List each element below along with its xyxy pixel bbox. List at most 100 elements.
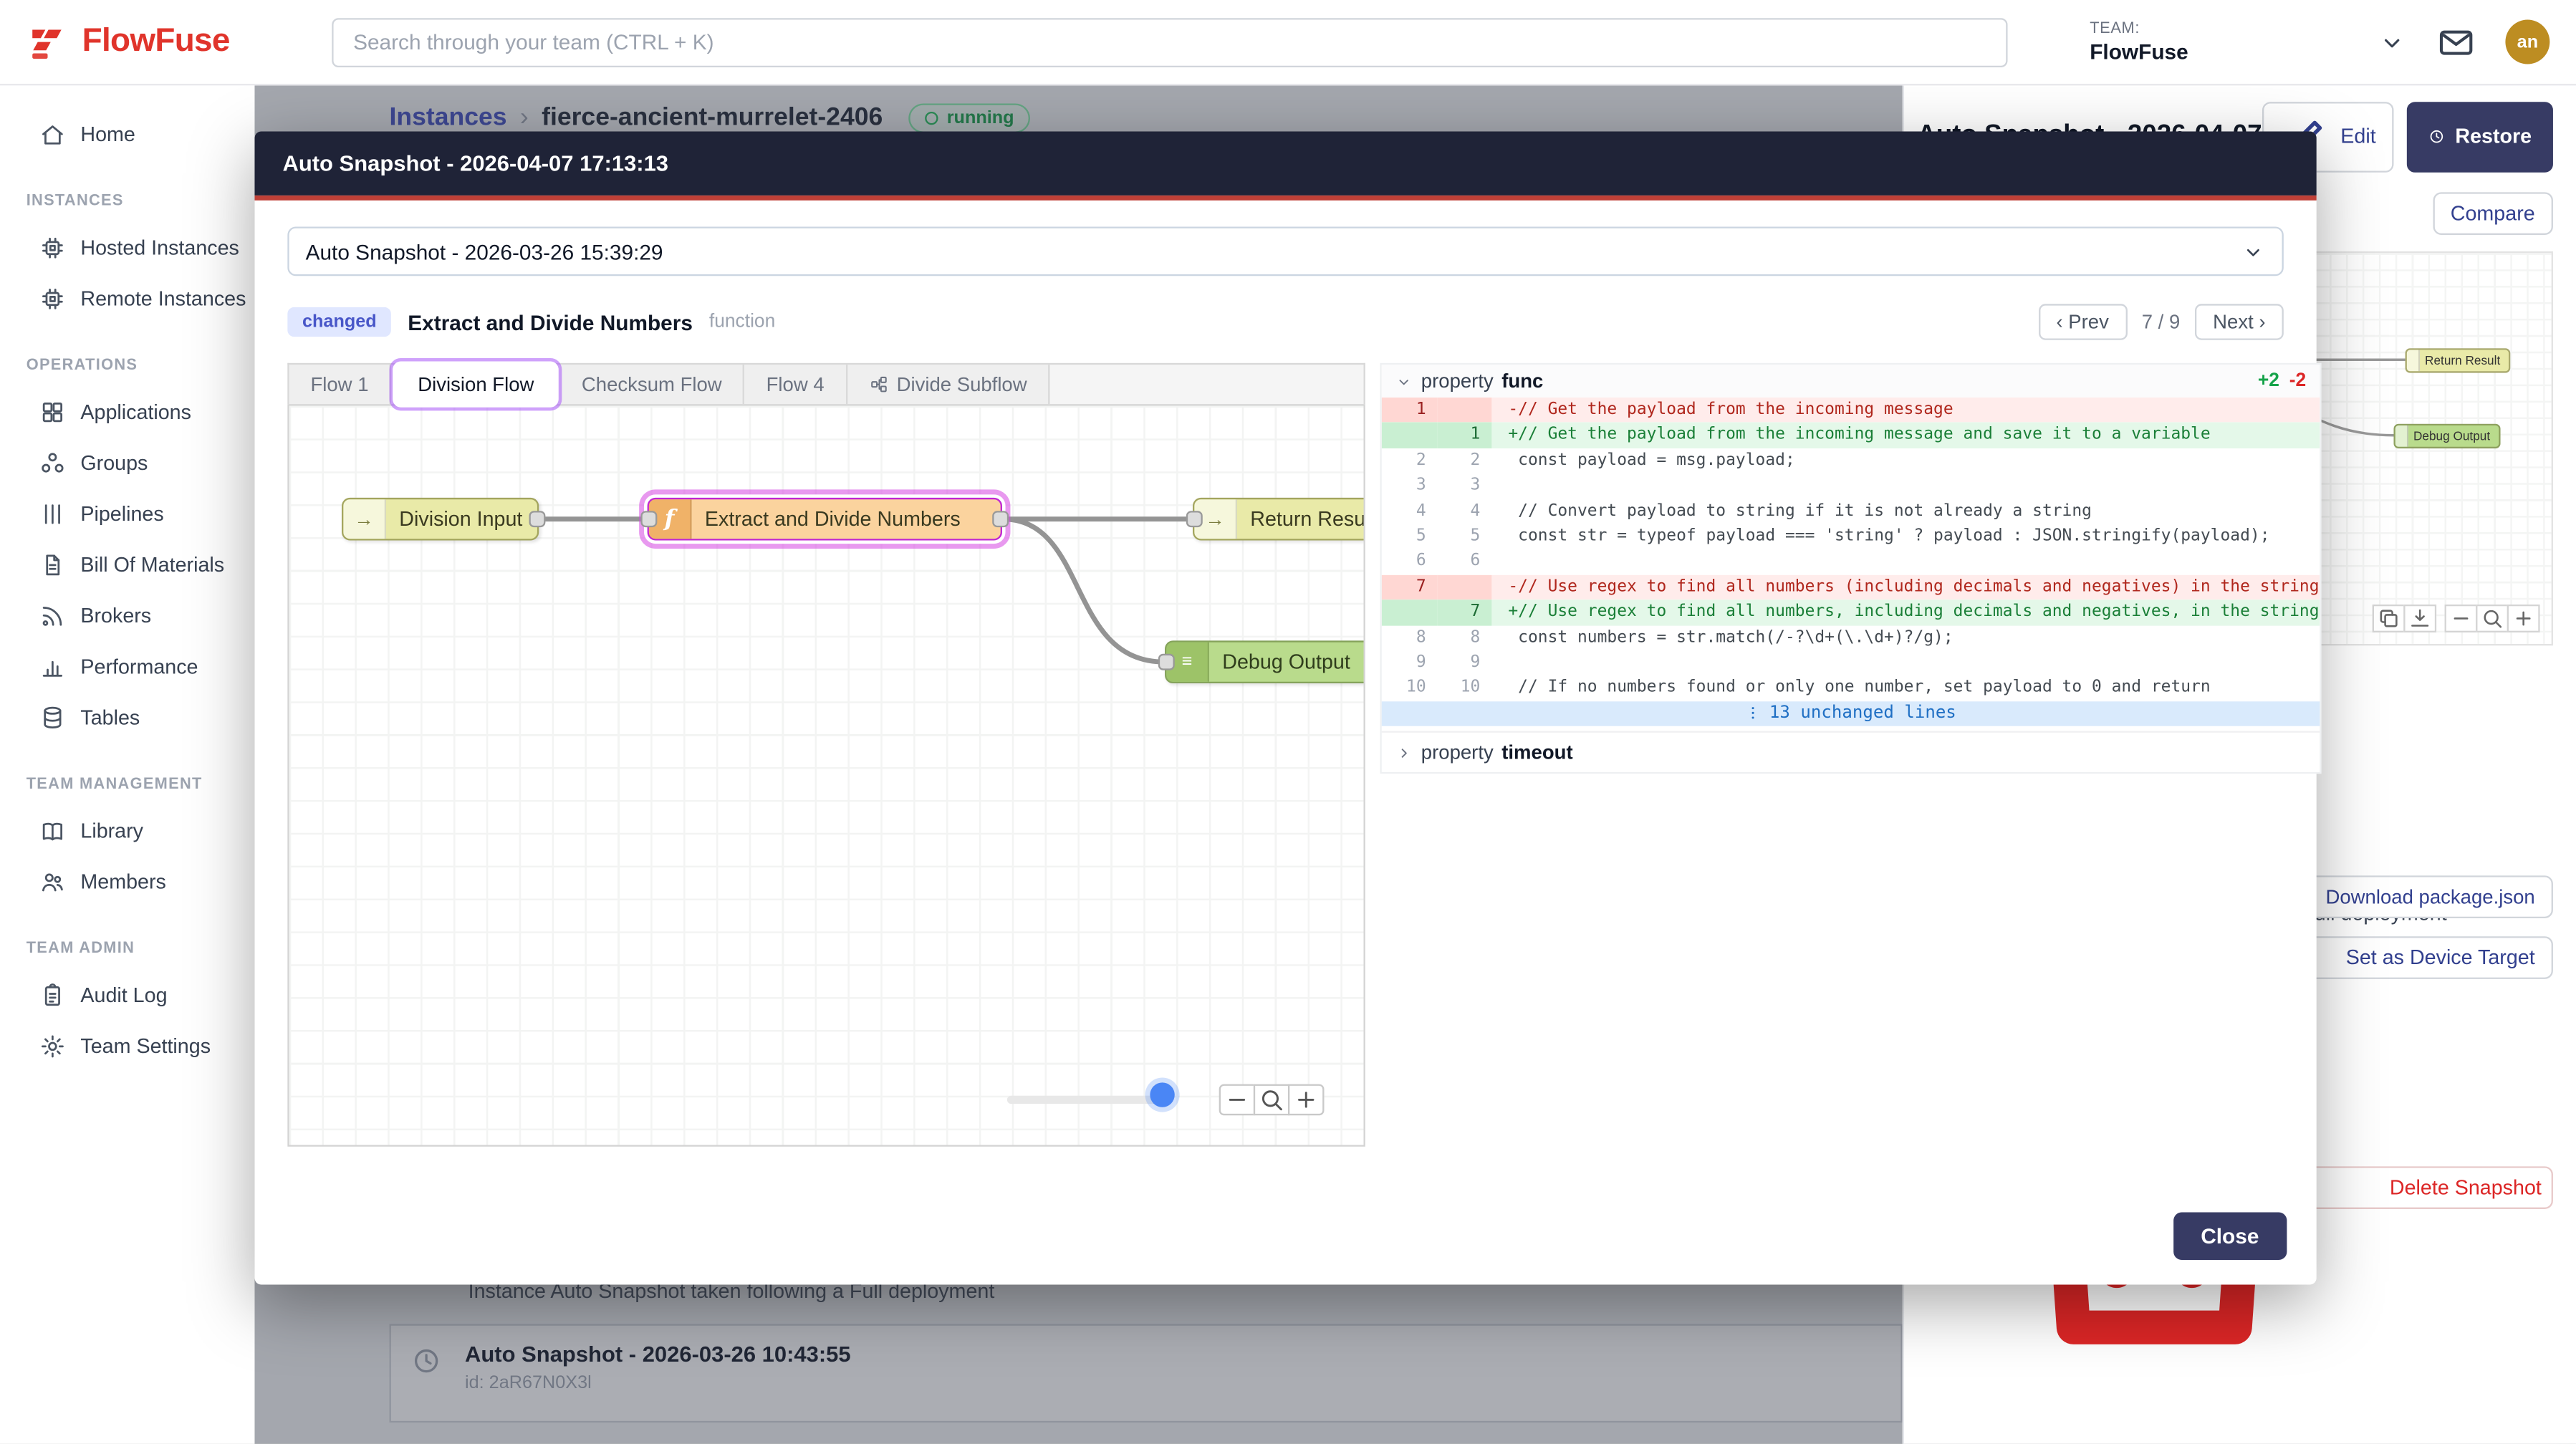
diff-new-line-number: 1 [1438,423,1492,448]
diff-line-ctx: 55 const str = typeof payload === 'strin… [1382,524,2320,549]
node-output-port[interactable] [529,511,545,527]
sidebar-item-brokers[interactable]: Brokers [0,589,254,640]
diff-added-count: +2 [2258,371,2279,391]
compare-button[interactable]: Compare [2433,192,2553,235]
team-label: TEAM: [2090,20,2188,38]
sidebar-item-library[interactable]: Library [0,805,254,856]
diff-line-ctx: 1010 // If no numbers found or only one … [1382,675,2320,701]
zoom-in-icon[interactable] [2507,605,2540,632]
team-switcher[interactable]: TEAM: FlowFuse [2090,20,2407,64]
flow-tab-checksum-flow[interactable]: Checksum Flow [560,365,745,404]
preview-node-return-result[interactable]: Return Result [2406,348,2510,372]
sidebar-item-applications[interactable]: Applications [0,386,254,437]
snapshot-select-value: Auto Snapshot - 2026-03-26 15:39:29 [306,239,663,264]
diff-new-line-number [1438,574,1492,600]
sidebar-item-performance[interactable]: Performance [0,640,254,691]
node-input-port[interactable] [1158,654,1175,670]
diff-code-text [1491,650,2319,675]
download-icon[interactable] [2403,605,2436,632]
flowfuse-logo[interactable]: FlowFuse [27,21,332,64]
flow-tab-division-flow[interactable]: Division Flow [396,365,555,404]
diff-expand-unchanged-row[interactable]: 13 unchanged lines [1382,701,2320,726]
diff-code-text: const numbers = str.match(/-?\d+(\.\d+)?… [1491,625,2319,650]
close-button[interactable]: Close [2173,1213,2287,1261]
zoom-reset-icon[interactable] [1254,1084,1289,1116]
sidebar-item-bill-of-materials[interactable]: Bill Of Materials [0,539,254,589]
notifications-button[interactable] [2436,22,2476,62]
sidebar-item-pipelines[interactable]: Pipelines [0,488,254,539]
sidebar-item-hosted-instances[interactable]: Hosted Instances [0,222,254,273]
diff-new-line-number: 3 [1438,473,1492,499]
next-button[interactable]: Next › [2195,304,2284,340]
diff-new-line-number: 2 [1438,448,1492,473]
flow-node-division-input[interactable]: →Division Input [342,498,539,541]
sidebar-item-home[interactable]: Home [0,108,254,159]
restore-button[interactable]: Restore [2407,102,2553,172]
team-search-input[interactable] [332,17,2007,67]
flow-canvas[interactable]: →Division Input fExtract and Divide Numbe… [287,404,1365,1147]
zoom-out-icon[interactable] [1219,1084,1255,1116]
sidebar-item-tables[interactable]: Tables [0,692,254,743]
diff-code-text: +// Get the payload from the incoming me… [1491,423,2319,448]
flow-node-return-result[interactable]: →Return Result [1193,498,1365,541]
flow-tab-label: Flow 4 [766,373,825,396]
sidebar-item-members[interactable]: Members [0,856,254,907]
zoom-out-icon[interactable] [2445,605,2478,632]
diff-property-label: property [1421,370,1494,393]
flow-tab-label: Divide Subflow [897,373,1027,396]
diff-line-del: 1-// Get the payload from the incoming m… [1382,398,2320,423]
node-output-port[interactable] [992,511,1009,527]
sidebar-item-audit-log[interactable]: Audit Log [0,969,254,1020]
clipboard-icon [39,981,66,1008]
diff-code-text: // Convert payload to string if it is no… [1491,499,2319,524]
flow-node-extract-and-divide-numbers[interactable]: fExtract and Divide Numbers [648,498,1002,541]
document-icon [39,551,66,577]
flow-node-label: Extract and Divide Numbers [705,508,961,531]
brand-text: FlowFuse [82,23,230,61]
node-input-port[interactable] [640,511,657,527]
flow-node-label: Return Result [1250,508,1365,531]
canvas-slider-knob[interactable] [1150,1082,1174,1107]
sidebar-section-team-admin: TEAM ADMIN [0,940,254,958]
broadcast-icon [39,602,66,629]
diff-property-timeout-header[interactable]: property timeout [1382,731,2320,772]
prev-button[interactable]: ‹ Prev [2038,304,2127,340]
zoom-in-icon[interactable] [1288,1084,1324,1116]
flow-node-debug-output[interactable]: ≡Debug Output [1165,640,1365,683]
diff-new-line-number [1438,398,1492,423]
snapshot-select[interactable]: Auto Snapshot - 2026-03-26 15:39:29 [287,226,2283,276]
flow-node-label: Debug Output [1222,650,1350,673]
flow-tab-flow-4[interactable]: Flow 4 [745,365,847,404]
sidebar-item-label: Groups [80,451,148,474]
diff-code-text: const payload = msg.payload; [1491,448,2319,473]
zoom-reset-icon[interactable] [2476,605,2509,632]
modal-body: Auto Snapshot - 2026-03-26 15:39:29 chan… [254,201,2316,1147]
chevron-down-icon [2378,27,2407,57]
change-pager: ‹ Prev 7 / 9 Next › [2038,304,2284,340]
chevron-down-icon [1395,372,1413,390]
preview-node-debug-output[interactable]: Debug Output [2393,423,2499,448]
diff-property-func-header[interactable]: property func +2-2 [1382,365,2320,398]
diff-code-text: const str = typeof payload === 'string' … [1491,524,2319,549]
sidebar-item-team-settings[interactable]: Team Settings [0,1020,254,1071]
diff-line-add: 1+// Get the payload from the incoming m… [1382,423,2320,448]
preview-toolbar [2374,605,2540,632]
flow-tab-label: Division Flow [418,373,534,396]
node-input-port[interactable] [1186,511,1203,527]
copy-icon[interactable] [2373,605,2406,632]
sidebar-item-label: Audit Log [80,983,167,1006]
user-avatar[interactable]: an [2505,20,2549,64]
topbar: FlowFuse TEAM: FlowFuse an [0,0,2576,85]
diff-line-ctx: 66 [1382,549,2320,574]
sidebar-item-groups[interactable]: Groups [0,437,254,488]
diff-old-line-number [1382,423,1438,448]
flow-tab-label: Flow 1 [310,373,368,396]
sidebar-item-label: Pipelines [80,502,163,525]
flow-tab-divide-subflow[interactable]: Divide Subflow [847,365,1050,404]
flow-editor-panel: Flow 1 Division Flow Checksum Flow Flow 4 Di… [287,363,1365,1147]
flow-tab-flow-1[interactable]: Flow 1 [289,365,392,404]
changed-badge: changed [287,307,391,337]
app-root: FlowFuse TEAM: FlowFuse an HomeINSTANCES… [0,0,2576,1444]
chevron-down-icon [2241,239,2265,264]
sidebar-item-remote-instances[interactable]: Remote Instances [0,273,254,324]
